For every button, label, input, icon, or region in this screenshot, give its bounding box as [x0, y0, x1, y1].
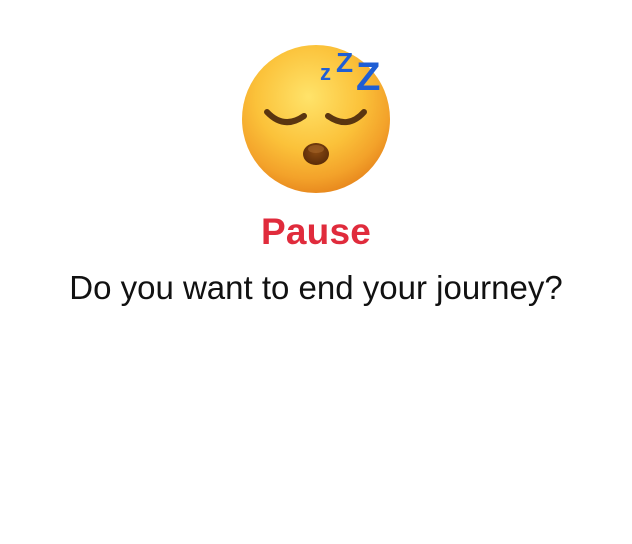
dialog-message: Do you want to end your journey? — [69, 269, 563, 306]
dialog-title: Pause — [260, 211, 371, 252]
svg-text:Z: Z — [336, 47, 353, 78]
svg-text:z: z — [320, 60, 331, 85]
svg-text:Z: Z — [356, 55, 380, 99]
pause-dialog: z Z Z Pause Do you want to end your jour… — [0, 0, 632, 544]
sleeping-face-icon: z Z Z — [236, 38, 396, 198]
